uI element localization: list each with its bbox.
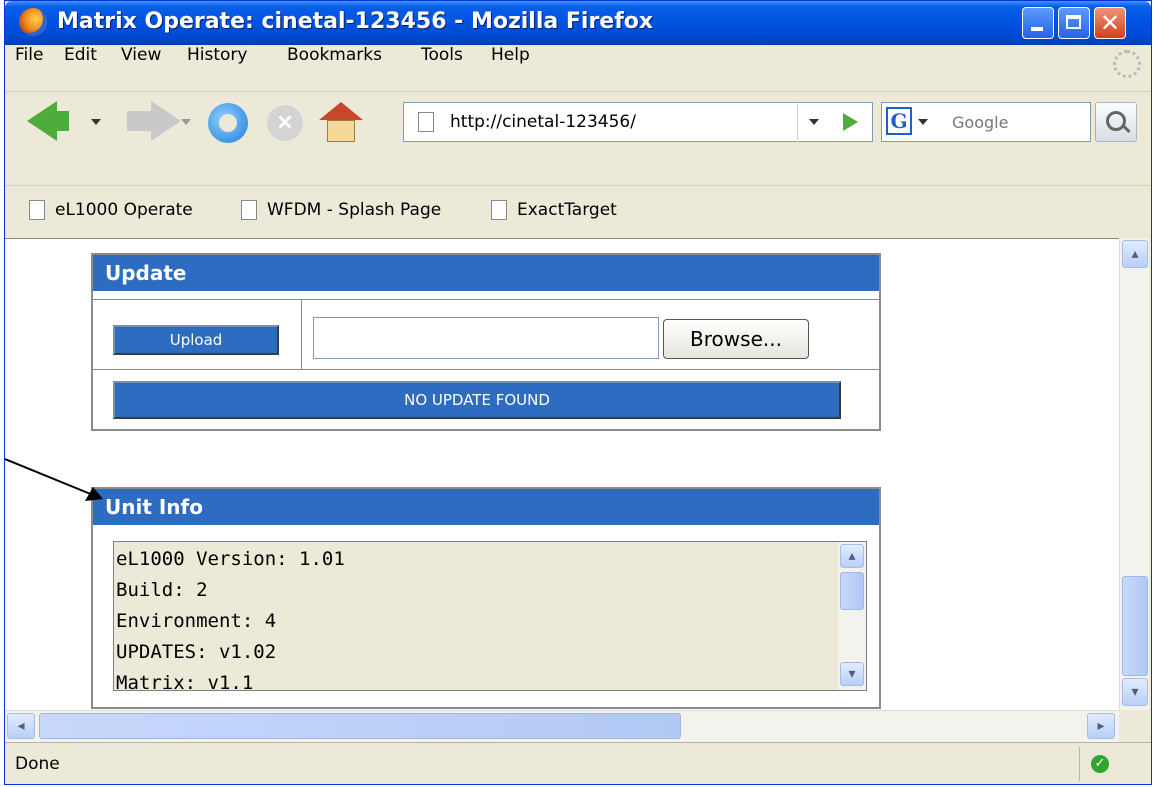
page-icon bbox=[491, 200, 507, 220]
annotation-arrow-icon bbox=[5, 458, 103, 501]
update-panel-title: Update bbox=[93, 255, 879, 291]
upload-button[interactable]: Upload bbox=[113, 325, 279, 355]
back-history-dropdown-icon[interactable] bbox=[91, 119, 101, 125]
menu-edit[interactable]: Edit bbox=[64, 45, 97, 65]
scroll-down-icon[interactable]: ▾ bbox=[840, 662, 864, 686]
page-vertical-scrollbar[interactable]: ▴ ▾ bbox=[1119, 238, 1149, 710]
scrollbar-corner bbox=[1119, 710, 1149, 742]
toolbar-divider bbox=[5, 91, 1151, 92]
divider bbox=[93, 299, 879, 300]
maximize-icon bbox=[1066, 15, 1081, 29]
scroll-right-icon[interactable]: ▸ bbox=[1087, 713, 1115, 739]
scroll-up-icon[interactable]: ▴ bbox=[840, 544, 864, 568]
page-icon bbox=[29, 200, 45, 220]
security-ok-icon: ✓ bbox=[1091, 755, 1109, 773]
go-arrow-icon bbox=[843, 113, 858, 131]
bookmarks-toolbar: eL1000 Operate WFDM - Splash Page ExactT… bbox=[5, 186, 1151, 238]
scroll-down-icon[interactable]: ▾ bbox=[1122, 678, 1148, 706]
google-g-icon[interactable]: G bbox=[886, 107, 912, 135]
close-icon: ✕ bbox=[1099, 9, 1121, 37]
unit-info-panel-title: Unit Info bbox=[93, 489, 879, 525]
status-text: Done bbox=[15, 754, 60, 774]
file-path-input[interactable] bbox=[313, 317, 659, 359]
info-line: Environment: 4 bbox=[116, 610, 277, 632]
status-bar: Done ✓ bbox=[5, 742, 1151, 784]
info-line: Matrix: v1.1 bbox=[116, 672, 254, 691]
home-icon-body bbox=[327, 120, 355, 142]
scroll-thumb[interactable] bbox=[1122, 576, 1148, 676]
bookmark-label: WFDM - Splash Page bbox=[267, 200, 442, 220]
stop-icon[interactable]: × bbox=[267, 105, 303, 141]
divider bbox=[1079, 747, 1080, 781]
scroll-thumb[interactable] bbox=[39, 713, 681, 739]
go-button[interactable] bbox=[829, 102, 871, 142]
update-panel: Update Upload Browse... NO UPDATE FOUND bbox=[91, 253, 881, 431]
menu-bookmarks[interactable]: Bookmarks bbox=[287, 45, 382, 65]
close-button[interactable]: ✕ bbox=[1094, 7, 1126, 39]
search-button[interactable] bbox=[1095, 102, 1137, 142]
minimize-icon bbox=[1031, 27, 1043, 31]
info-line: UPDATES: v1.02 bbox=[116, 641, 277, 663]
info-line: eL1000 Version: 1.01 bbox=[116, 548, 345, 570]
bookmark-item[interactable]: ExactTarget bbox=[483, 196, 653, 228]
textarea-scrollbar[interactable]: ▴ ▾ bbox=[838, 542, 866, 690]
search-bar[interactable]: G Google bbox=[881, 102, 1091, 142]
search-engine-dropdown-icon[interactable] bbox=[918, 119, 928, 125]
browse-button[interactable]: Browse... bbox=[663, 319, 809, 359]
unit-info-panel: Unit Info eL1000 Version: 1.01 Build: 2 … bbox=[91, 487, 881, 709]
unit-info-textarea[interactable]: eL1000 Version: 1.01 Build: 2 Environmen… bbox=[113, 541, 867, 691]
page-content: Update Upload Browse... NO UPDATE FOUND … bbox=[5, 238, 1119, 710]
scroll-up-icon[interactable]: ▴ bbox=[1122, 240, 1148, 268]
bookmark-item[interactable]: eL1000 Operate bbox=[21, 196, 231, 228]
firefox-logo-icon bbox=[19, 8, 47, 36]
search-placeholder: Google bbox=[952, 113, 1009, 132]
window-title: Matrix Operate: cinetal-123456 - Mozilla… bbox=[57, 9, 654, 34]
minimize-button[interactable] bbox=[1022, 7, 1054, 39]
menu-file[interactable]: File bbox=[15, 45, 43, 65]
page-horizontal-scrollbar[interactable]: ◂ ▸ bbox=[5, 710, 1119, 742]
menu-view[interactable]: View bbox=[121, 45, 161, 65]
chevron-down-icon bbox=[809, 119, 819, 125]
url-history-dropdown[interactable] bbox=[797, 102, 830, 142]
back-arrow-shaft bbox=[47, 111, 69, 131]
info-line: Build: 2 bbox=[116, 579, 208, 601]
menu-bar: File Edit View History Bookmarks Tools H… bbox=[5, 45, 1151, 91]
scroll-thumb[interactable] bbox=[840, 572, 864, 610]
forward-history-dropdown-icon[interactable] bbox=[181, 119, 191, 125]
forward-arrow-shaft bbox=[127, 111, 151, 131]
forward-arrow-icon[interactable] bbox=[151, 101, 181, 141]
bookmark-label: eL1000 Operate bbox=[55, 200, 193, 220]
bookmark-label: ExactTarget bbox=[517, 200, 617, 220]
title-bar[interactable]: Matrix Operate: cinetal-123456 - Mozilla… bbox=[5, 1, 1151, 45]
search-icon-handle bbox=[1121, 123, 1131, 134]
page-icon bbox=[418, 112, 434, 132]
menu-history[interactable]: History bbox=[187, 45, 247, 65]
page-icon bbox=[241, 200, 257, 220]
url-text: http://cinetal-123456/ bbox=[450, 112, 636, 132]
divider bbox=[93, 369, 879, 370]
navigation-toolbar: × http://cinetal-123456/ G Google bbox=[5, 91, 1151, 186]
reload-icon-center bbox=[219, 114, 237, 132]
activity-throbber-icon bbox=[1113, 50, 1141, 78]
menu-tools[interactable]: Tools bbox=[421, 45, 463, 65]
update-status-button[interactable]: NO UPDATE FOUND bbox=[113, 381, 841, 419]
maximize-button[interactable] bbox=[1058, 7, 1090, 39]
bookmark-item[interactable]: WFDM - Splash Page bbox=[233, 196, 473, 228]
browser-window: Matrix Operate: cinetal-123456 - Mozilla… bbox=[4, 0, 1152, 785]
scroll-left-icon[interactable]: ◂ bbox=[7, 713, 35, 739]
menu-help[interactable]: Help bbox=[491, 45, 530, 65]
home-icon[interactable] bbox=[319, 102, 363, 120]
divider bbox=[301, 299, 302, 369]
